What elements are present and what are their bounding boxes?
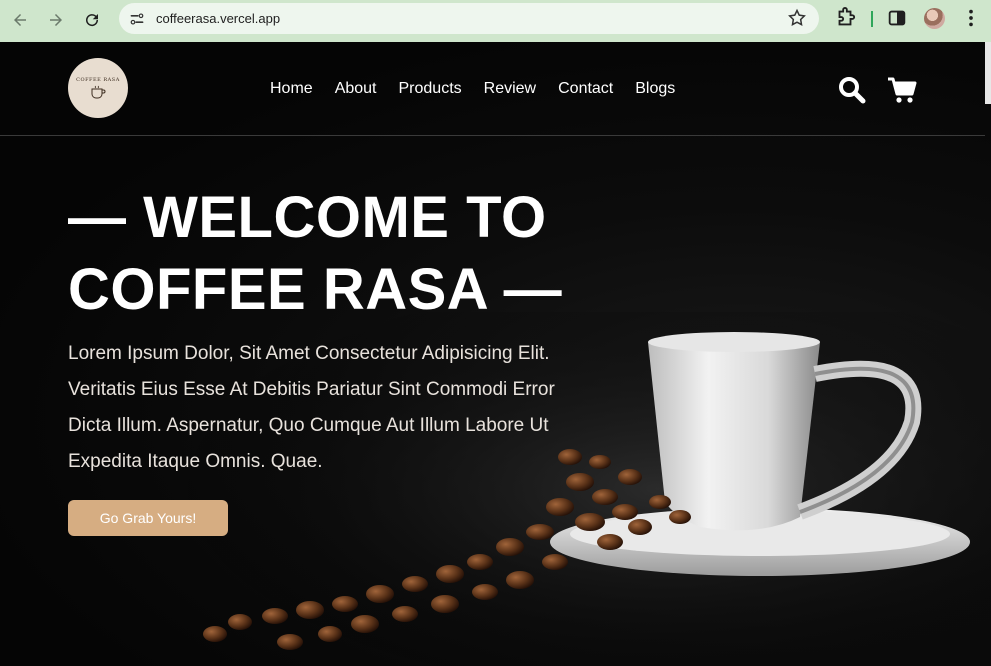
hero-paragraph: Lorem Ipsum Dolor, Sit Amet Consectetur … xyxy=(68,343,555,472)
nav-home[interactable]: Home xyxy=(270,80,313,98)
nav-products[interactable]: Products xyxy=(399,80,462,98)
search-icon[interactable] xyxy=(838,76,866,104)
address-bar[interactable]: coffeerasa.vercel.app xyxy=(119,3,819,34)
hero-title-line1: — WELCOME TO xyxy=(68,185,547,250)
reload-button[interactable] xyxy=(78,6,106,34)
nav-about[interactable]: About xyxy=(335,80,377,98)
go-grab-yours-button[interactable]: Go Grab Yours! xyxy=(68,500,228,536)
extensions-icon[interactable] xyxy=(834,7,856,29)
profile-avatar[interactable] xyxy=(924,8,945,29)
site-logo[interactable]: COFFEE RASA xyxy=(68,58,128,118)
main-nav: Home About Products Review Contact Blogs xyxy=(270,80,697,98)
forward-icon xyxy=(50,14,62,26)
logo-text: COFFEE RASA xyxy=(76,77,120,83)
hero-title-line2: COFFEE RASA — xyxy=(68,257,563,322)
nav-review[interactable]: Review xyxy=(484,80,536,98)
back-button[interactable] xyxy=(6,6,34,34)
star-icon[interactable] xyxy=(787,8,807,28)
site-info-icon[interactable] xyxy=(127,9,147,29)
coffee-cup-icon xyxy=(91,85,106,99)
forward-button[interactable] xyxy=(42,6,70,34)
toolbar-divider xyxy=(871,11,873,27)
more-menu-icon[interactable] xyxy=(960,7,982,29)
cart-icon[interactable] xyxy=(887,76,917,104)
site-header: COFFEE RASA Home About Products Review C… xyxy=(0,42,985,136)
nav-blogs[interactable]: Blogs xyxy=(635,80,675,98)
hero-title: — WELCOME TO COFFEE RASA — xyxy=(68,182,562,326)
url-text[interactable]: coffeerasa.vercel.app xyxy=(156,11,280,26)
nav-contact[interactable]: Contact xyxy=(558,80,613,98)
browser-toolbar: coffeerasa.vercel.app xyxy=(0,0,991,42)
back-icon xyxy=(14,14,26,26)
reload-icon xyxy=(86,14,99,27)
side-panel-icon[interactable] xyxy=(886,7,908,29)
page-viewport: COFFEE RASA Home About Products Review C… xyxy=(0,42,991,666)
scrollbar-thumb[interactable] xyxy=(985,42,991,104)
